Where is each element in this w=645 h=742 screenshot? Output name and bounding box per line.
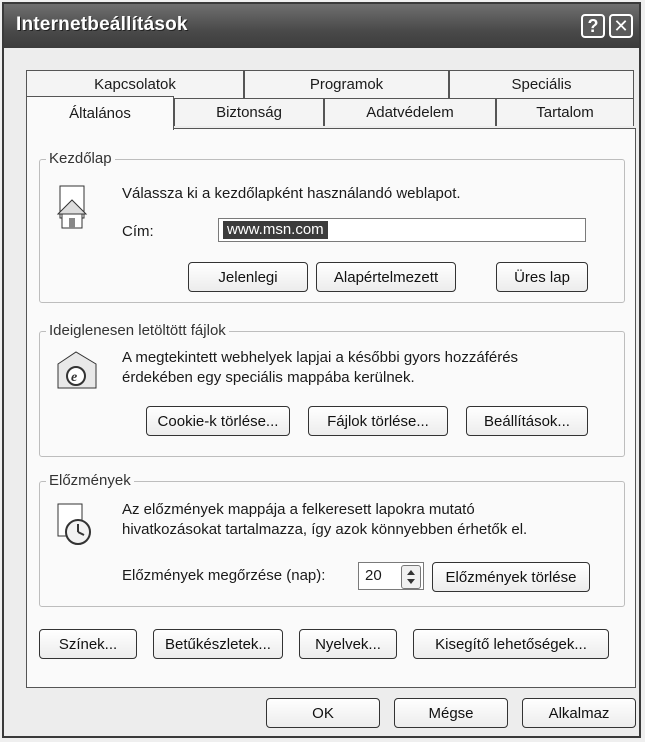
home-page-icon	[56, 185, 88, 229]
clear-history-button[interactable]: Előzmények törlése	[432, 562, 590, 592]
tab-specialis[interactable]: Speciális	[449, 70, 634, 98]
languages-button[interactable]: Nyelvek...	[299, 629, 397, 659]
history-group: Előzmények Az előzmények mappája a felke…	[39, 472, 625, 607]
address-label: Cím:	[122, 223, 154, 240]
general-tab-panel: Kezdőlap Válassza ki a kezdőlapként hasz…	[26, 128, 636, 688]
tab-tartalom[interactable]: Tartalom	[496, 98, 634, 126]
stepper-arrows[interactable]	[401, 565, 421, 589]
temp-files-group: Ideiglenesen letöltött fájlok e A megtek…	[39, 322, 625, 457]
use-default-button[interactable]: Alapértelmezett	[316, 262, 456, 292]
fonts-button[interactable]: Betűkészletek...	[153, 629, 283, 659]
history-legend: Előzmények	[46, 472, 134, 489]
use-current-button[interactable]: Jelenlegi	[188, 262, 308, 292]
tab-adatvedelem[interactable]: Adatvédelem	[324, 98, 496, 126]
temp-files-settings-button[interactable]: Beállítások...	[466, 406, 588, 436]
cancel-button[interactable]: Mégse	[394, 698, 508, 728]
title-bar[interactable]: Internetbeállítások ? ✕	[4, 4, 639, 48]
temp-files-description-line1: A megtekintett webhelyek lapjai a később…	[122, 349, 519, 366]
internet-options-dialog: Internetbeállítások ? ✕ Kapcsolatok Prog…	[2, 2, 641, 738]
history-days-value: 20	[365, 567, 382, 584]
tab-label: Speciális	[511, 76, 572, 93]
history-description-line1: Az előzmények mappája a felkeresett lapo…	[122, 501, 475, 518]
use-blank-button[interactable]: Üres lap	[496, 262, 588, 292]
temp-files-icon: e	[57, 351, 97, 389]
tab-label: Tartalom	[536, 104, 594, 121]
history-days-label: Előzmények megőrzése (nap):	[122, 567, 326, 584]
tab-label: Biztonság	[216, 104, 282, 121]
delete-cookies-button[interactable]: Cookie-k törlése...	[146, 406, 290, 436]
temp-files-legend: Ideiglenesen letöltött fájlok	[46, 322, 229, 339]
tab-programok[interactable]: Programok	[244, 70, 449, 98]
updown-arrow-icon	[407, 570, 415, 584]
history-icon	[57, 503, 91, 545]
close-button[interactable]: ✕	[609, 14, 633, 38]
delete-files-button[interactable]: Fájlok törlése...	[308, 406, 448, 436]
window-title: Internetbeállítások	[16, 14, 188, 35]
ok-button[interactable]: OK	[266, 698, 380, 728]
home-page-legend: Kezdőlap	[46, 150, 115, 167]
temp-files-description-line2: érdekében egy speciális mappába kerülnek…	[122, 369, 415, 386]
svg-text:e: e	[71, 370, 77, 385]
accessibility-button[interactable]: Kisegítő lehetőségek...	[413, 629, 609, 659]
tab-label: Általános	[69, 105, 131, 122]
address-field[interactable]: www.msn.com	[218, 218, 586, 242]
address-value: www.msn.com	[223, 221, 328, 239]
history-days-stepper[interactable]: 20	[358, 562, 424, 590]
apply-button[interactable]: Alkalmaz	[522, 698, 636, 728]
tab-biztonsag[interactable]: Biztonság	[174, 98, 324, 126]
help-button[interactable]: ?	[581, 14, 605, 38]
history-description-line2: hivatkozásokat tartalmazza, így azok kön…	[122, 521, 528, 538]
colors-button[interactable]: Színek...	[39, 629, 137, 659]
tab-label: Kapcsolatok	[94, 76, 176, 93]
home-page-group: Kezdőlap Válassza ki a kezdőlapként hasz…	[39, 150, 625, 303]
tab-kapcsolatok[interactable]: Kapcsolatok	[26, 70, 244, 98]
home-description: Válassza ki a kezdőlapként használandó w…	[122, 185, 461, 202]
tab-label: Programok	[309, 76, 384, 93]
tab-altalanos[interactable]: Általános	[26, 96, 174, 130]
tab-label: Adatvédelem	[366, 104, 454, 121]
